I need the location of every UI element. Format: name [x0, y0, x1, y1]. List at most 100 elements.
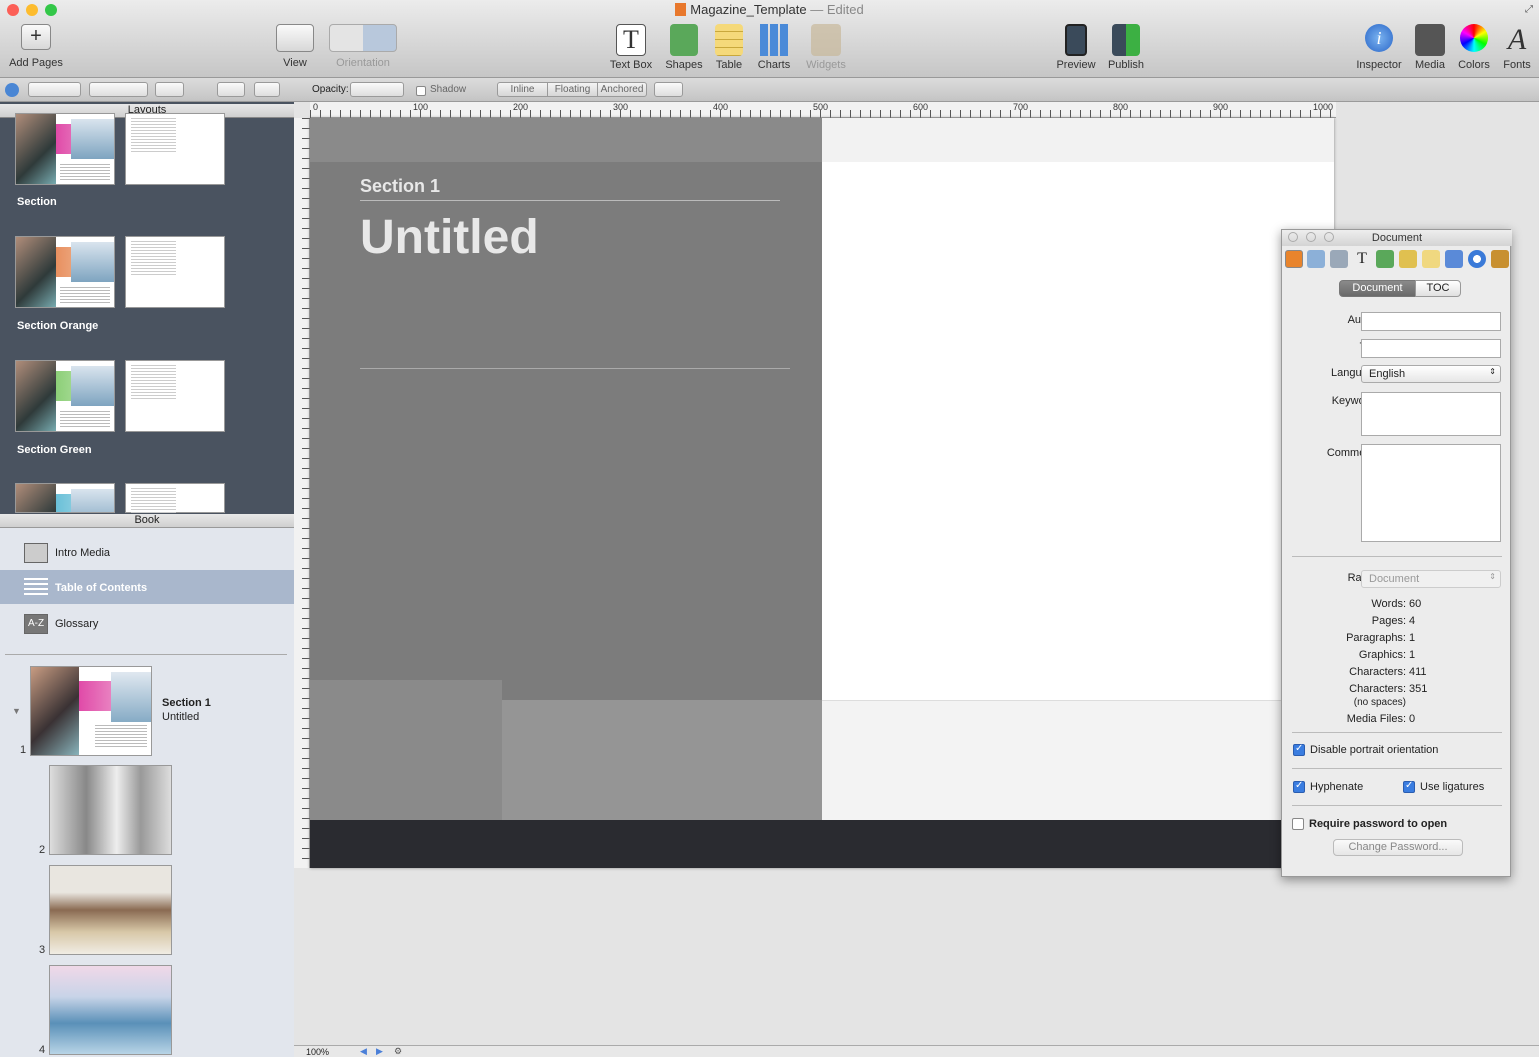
inspector-title: Document	[1371, 232, 1423, 244]
opacity-popup[interactable]	[350, 82, 404, 97]
layout-thumb-orange-right[interactable]	[125, 236, 225, 308]
page-thumb-3[interactable]	[49, 865, 172, 955]
inspector-separator-2	[1292, 732, 1502, 733]
image-placeholder-right[interactable]	[502, 700, 822, 820]
metrics-inspector-tab-icon[interactable]	[1399, 250, 1417, 268]
layout-thumb-green-left[interactable]	[15, 360, 115, 432]
page-thumb-4[interactable]	[49, 965, 172, 1055]
text-inspector-tab-icon[interactable]: T	[1353, 250, 1371, 268]
inspector-separator-3	[1292, 768, 1502, 769]
anchored-button[interactable]: Anchored	[597, 82, 647, 97]
document-inspector-tab-icon[interactable]	[1285, 250, 1303, 268]
frame-button[interactable]	[254, 82, 280, 97]
table-icon	[715, 24, 743, 56]
disclosure-triangle-icon[interactable]: ▼	[12, 706, 21, 716]
fullscreen-icon[interactable]: ⤢	[1525, 4, 1533, 15]
inspector-separator	[1292, 556, 1502, 557]
inline-button[interactable]: Inline	[497, 82, 548, 97]
colors-label: Colors	[1458, 59, 1490, 71]
hyphenate-checkbox[interactable]	[1293, 780, 1305, 793]
page-number-2: 2	[39, 844, 46, 856]
layout-thumb-section-left[interactable]	[15, 113, 115, 185]
publish-button[interactable]: Publish	[1104, 24, 1148, 71]
charts-button[interactable]: Charts	[753, 24, 795, 71]
author-field[interactable]	[1361, 312, 1501, 331]
image-placeholder-left[interactable]	[310, 680, 502, 820]
page-number-3: 3	[39, 944, 46, 956]
preview-button[interactable]: Preview	[1054, 24, 1098, 71]
section-heading[interactable]: Section 1	[360, 176, 440, 197]
tab-document[interactable]: Document	[1339, 280, 1416, 297]
media-button[interactable]: Media	[1410, 24, 1450, 71]
document-icon	[675, 3, 687, 16]
page-thumb-1[interactable]	[30, 666, 152, 756]
add-pages-button[interactable]: + Add Pages	[6, 24, 66, 69]
style-popup[interactable]	[28, 82, 81, 97]
title-field[interactable]	[1361, 339, 1501, 358]
fonts-button[interactable]: A Fonts	[1498, 24, 1536, 72]
wrap-settings-button[interactable]	[217, 82, 245, 97]
widget-inspector-tab-icon[interactable]	[1491, 250, 1509, 268]
previous-page-icon[interactable]: ◀	[360, 1046, 367, 1057]
range-select[interactable]: Document ⇕	[1361, 570, 1501, 588]
table-button[interactable]: Table	[710, 24, 748, 71]
colors-button[interactable]: Colors	[1454, 24, 1494, 71]
horizontal-ruler: 0 100 200 300 400 500 600 700 800 900 10…	[310, 102, 1336, 118]
next-page-icon[interactable]: ▶	[376, 1046, 383, 1057]
glossary-icon: A-Z	[24, 614, 48, 634]
font-popup[interactable]	[89, 82, 148, 97]
ligatures-checkbox[interactable]	[1403, 780, 1415, 793]
format-bar-toggle-icon[interactable]	[5, 83, 19, 97]
inspector-zoom-button[interactable]	[1324, 232, 1334, 242]
inspector-close-button[interactable]	[1288, 232, 1298, 242]
inspector-button[interactable]: i Inspector	[1352, 24, 1406, 71]
wrap-popup[interactable]	[654, 82, 683, 97]
text-box-button[interactable]: T Text Box	[605, 24, 657, 71]
widgets-icon	[811, 24, 841, 56]
window-title: Magazine_Template — Edited	[0, 2, 1539, 17]
graphic-inspector-tab-icon[interactable]	[1376, 250, 1394, 268]
inspector-minimize-button[interactable]	[1306, 232, 1316, 242]
tab-toc[interactable]: TOC	[1415, 280, 1461, 297]
layout-thumb-blue-left[interactable]	[15, 483, 115, 513]
book-item-intro-media[interactable]: Intro Media	[0, 535, 294, 569]
media-files-value: 0	[1409, 713, 1416, 725]
wrap-inspector-tab-icon[interactable]	[1330, 250, 1348, 268]
page-thumb-2[interactable]	[49, 765, 172, 855]
view-button[interactable]: View	[270, 24, 320, 69]
shapes-button[interactable]: Shapes	[662, 24, 706, 71]
characters-no-spaces-value: 351	[1409, 683, 1428, 695]
book-item-glossary[interactable]: A-Z Glossary	[0, 606, 294, 640]
orientation-button[interactable]: Orientation	[328, 24, 398, 69]
color-well[interactable]	[155, 82, 184, 97]
zoom-level[interactable]: 100%	[306, 1047, 329, 1057]
require-password-checkbox[interactable]	[1292, 818, 1304, 830]
footer-band-right	[822, 700, 1334, 820]
comments-field[interactable]	[1361, 444, 1501, 542]
link-inspector-tab-icon[interactable]	[1468, 250, 1486, 268]
layout-thumb-section-right[interactable]	[125, 113, 225, 185]
gear-icon[interactable]: ⚙	[394, 1046, 402, 1057]
page-title[interactable]: Untitled	[360, 210, 539, 265]
layout-thumb-green-right[interactable]	[125, 360, 225, 432]
ruler-tick-900: 900	[1213, 102, 1229, 112]
table-inspector-tab-icon[interactable]	[1422, 250, 1440, 268]
disable-portrait-checkbox[interactable]	[1293, 743, 1305, 756]
bottom-image-strip[interactable]	[310, 820, 1334, 868]
vertical-ruler	[294, 118, 310, 868]
charts-icon	[760, 24, 788, 56]
layout-thumb-blue-right[interactable]	[125, 483, 225, 523]
keywords-field[interactable]	[1361, 392, 1501, 436]
widgets-button[interactable]: Widgets	[802, 24, 850, 71]
require-password-label: Require password to open	[1309, 818, 1448, 830]
layout-thumb-orange-left[interactable]	[15, 236, 115, 308]
floating-button[interactable]: Floating	[547, 82, 598, 97]
book-item-table-of-contents[interactable]: Table of Contents	[0, 570, 294, 604]
change-password-button[interactable]: Change Password...	[1333, 839, 1463, 856]
layout-inspector-tab-icon[interactable]	[1307, 250, 1325, 268]
chart-inspector-tab-icon[interactable]	[1445, 250, 1463, 268]
plus-icon: +	[21, 24, 51, 50]
language-select[interactable]: English ⇕	[1361, 365, 1501, 383]
disable-portrait-label: Disable portrait orientation	[1310, 744, 1439, 756]
shadow-checkbox[interactable]	[416, 86, 426, 96]
